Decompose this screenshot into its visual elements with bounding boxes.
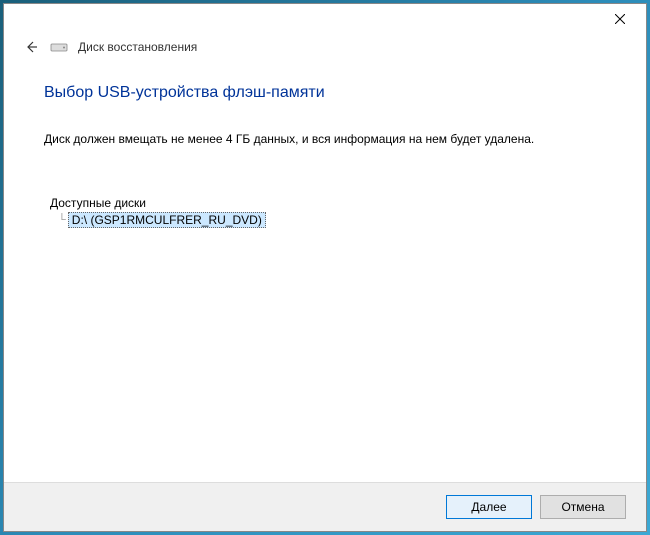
drives-section-label: Доступные диски [50, 196, 606, 210]
content-area: Выбор USB-устройства флэш-памяти Диск до… [4, 64, 646, 482]
back-button[interactable] [22, 38, 40, 56]
drive-option[interactable]: D:\ (GSP1RMCULFRER_RU_DVD) [68, 212, 266, 228]
description-text: Диск должен вмещать не менее 4 ГБ данных… [44, 132, 606, 146]
drive-list: └ D:\ (GSP1RMCULFRER_RU_DVD) [50, 212, 606, 228]
footer-buttons: Далее Отмена [4, 482, 646, 531]
window-title: Диск восстановления [78, 40, 197, 54]
drive-icon [50, 41, 68, 53]
cancel-button[interactable]: Отмена [540, 495, 626, 519]
next-button[interactable]: Далее [446, 495, 532, 519]
page-heading: Выбор USB-устройства флэш-памяти [44, 84, 606, 102]
close-button[interactable] [597, 5, 642, 33]
tree-connector-icon: └ [58, 214, 66, 226]
recovery-drive-wizard-window: Диск восстановления Выбор USB-устройства… [3, 3, 647, 532]
titlebar [4, 4, 646, 34]
drive-list-item: └ D:\ (GSP1RMCULFRER_RU_DVD) [58, 212, 606, 228]
header-row: Диск восстановления [4, 34, 646, 64]
